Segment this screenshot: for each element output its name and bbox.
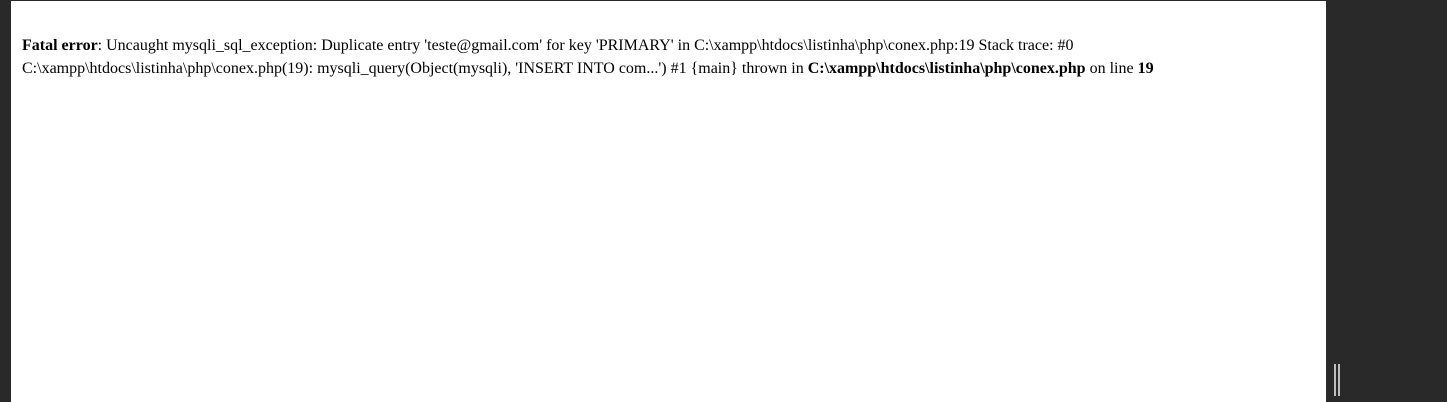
error-line-prefix: on line [1085,60,1138,77]
page-content: Fatal error: Uncaught mysqli_sql_excepti… [11,1,1326,402]
resize-handle-bar-left [1334,364,1336,396]
resize-handle-bar-right [1338,364,1340,396]
error-line-number: 19 [1137,60,1154,77]
error-label: Fatal error [22,37,98,54]
browser-viewport: Fatal error: Uncaught mysqli_sql_excepti… [0,0,1447,402]
php-fatal-error-message: Fatal error: Uncaught mysqli_sql_excepti… [22,34,1322,80]
resize-handle-icon[interactable] [1334,364,1341,396]
error-file-path: C:\xampp\htdocs\listinha\php\conex.php [807,60,1086,77]
